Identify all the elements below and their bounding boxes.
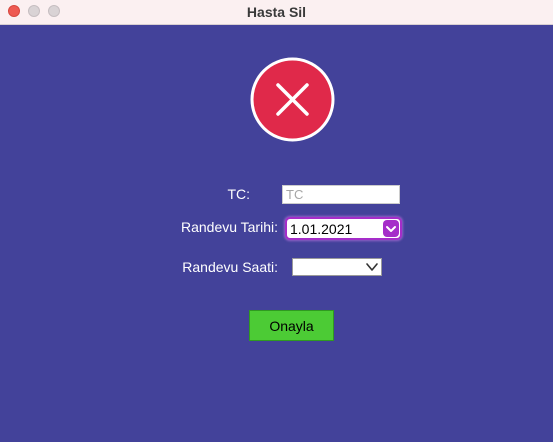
onayla-button[interactable]: Onayla bbox=[249, 310, 334, 341]
chevron-down-icon[interactable] bbox=[365, 261, 379, 273]
close-circle-icon bbox=[250, 57, 335, 142]
randevu-saati-select[interactable] bbox=[292, 258, 382, 276]
hasta-sil-window: Hasta Sil TC: Randevu Tarihi: 1.01.2021 … bbox=[0, 0, 553, 442]
chevron-down-icon[interactable] bbox=[383, 220, 399, 237]
title-bar: Hasta Sil bbox=[0, 0, 553, 25]
tc-label: TC: bbox=[227, 186, 250, 202]
randevu-tarihi-select[interactable]: 1.01.2021 bbox=[285, 217, 402, 240]
randevu-tarihi-label: Randevu Tarihi: bbox=[180, 219, 278, 235]
randevu-tarihi-value: 1.01.2021 bbox=[290, 221, 353, 237]
window-title: Hasta Sil bbox=[246, 4, 307, 20]
tc-input[interactable] bbox=[282, 185, 400, 204]
randevu-saati-label: Randevu Saati: bbox=[182, 259, 278, 275]
